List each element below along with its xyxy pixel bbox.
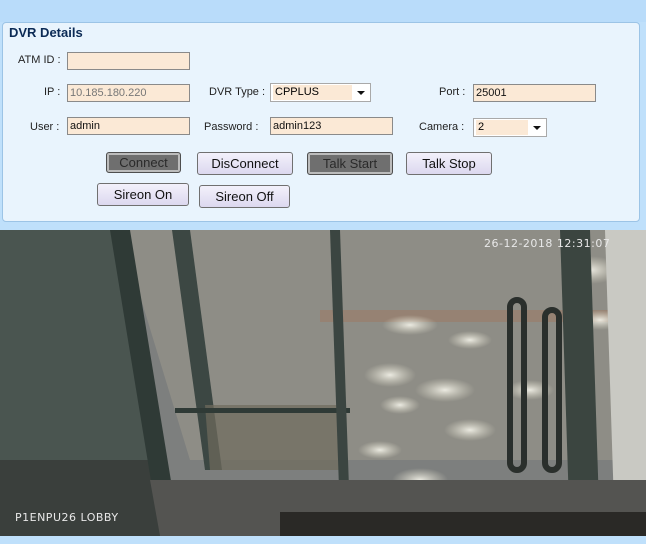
camera-name: P1ENPU26 LOBBY [15, 511, 119, 524]
camera-label: Camera : [419, 121, 465, 133]
dvr-details-panel: DVR Details ATM ID : IP : 10.185.180.220… [2, 22, 640, 222]
disconnect-button[interactable]: DisConnect [197, 152, 293, 175]
panel-title: DVR Details [9, 25, 83, 40]
password-label: Password : [204, 121, 259, 133]
top-strip [0, 0, 646, 22]
dvr-type-value: CPPLUS [273, 85, 352, 100]
atm-id-label: ATM ID : [18, 54, 61, 66]
chevron-down-icon[interactable] [354, 84, 368, 101]
dvr-type-select[interactable]: CPPLUS [270, 83, 371, 102]
sireon-off-button[interactable]: Sireon Off [199, 185, 290, 208]
dvr-type-label: DVR Type : [209, 86, 266, 98]
camera-feed: 26-12-2018 12:31:07 P1ENPU26 LOBBY [0, 230, 646, 536]
user-label: User : [30, 121, 60, 133]
talk-start-button[interactable]: Talk Start [307, 152, 393, 175]
chevron-down-icon[interactable] [530, 119, 544, 136]
camera-select[interactable]: 2 [473, 118, 547, 137]
password-field[interactable]: admin123 [270, 117, 393, 135]
user-field[interactable]: admin [67, 117, 190, 135]
ip-field[interactable]: 10.185.180.220 [67, 84, 190, 102]
talk-stop-button[interactable]: Talk Stop [406, 152, 492, 175]
sireon-on-button[interactable]: Sireon On [97, 183, 189, 206]
port-label: Port : [439, 86, 466, 98]
atm-id-field[interactable] [67, 52, 190, 70]
ip-label: IP : [44, 86, 61, 98]
connect-button[interactable]: Connect [106, 152, 181, 173]
port-field[interactable]: 25001 [473, 84, 596, 102]
camera-value: 2 [476, 120, 528, 135]
camera-image [0, 230, 646, 536]
camera-timestamp: 26-12-2018 12:31:07 [484, 237, 611, 250]
